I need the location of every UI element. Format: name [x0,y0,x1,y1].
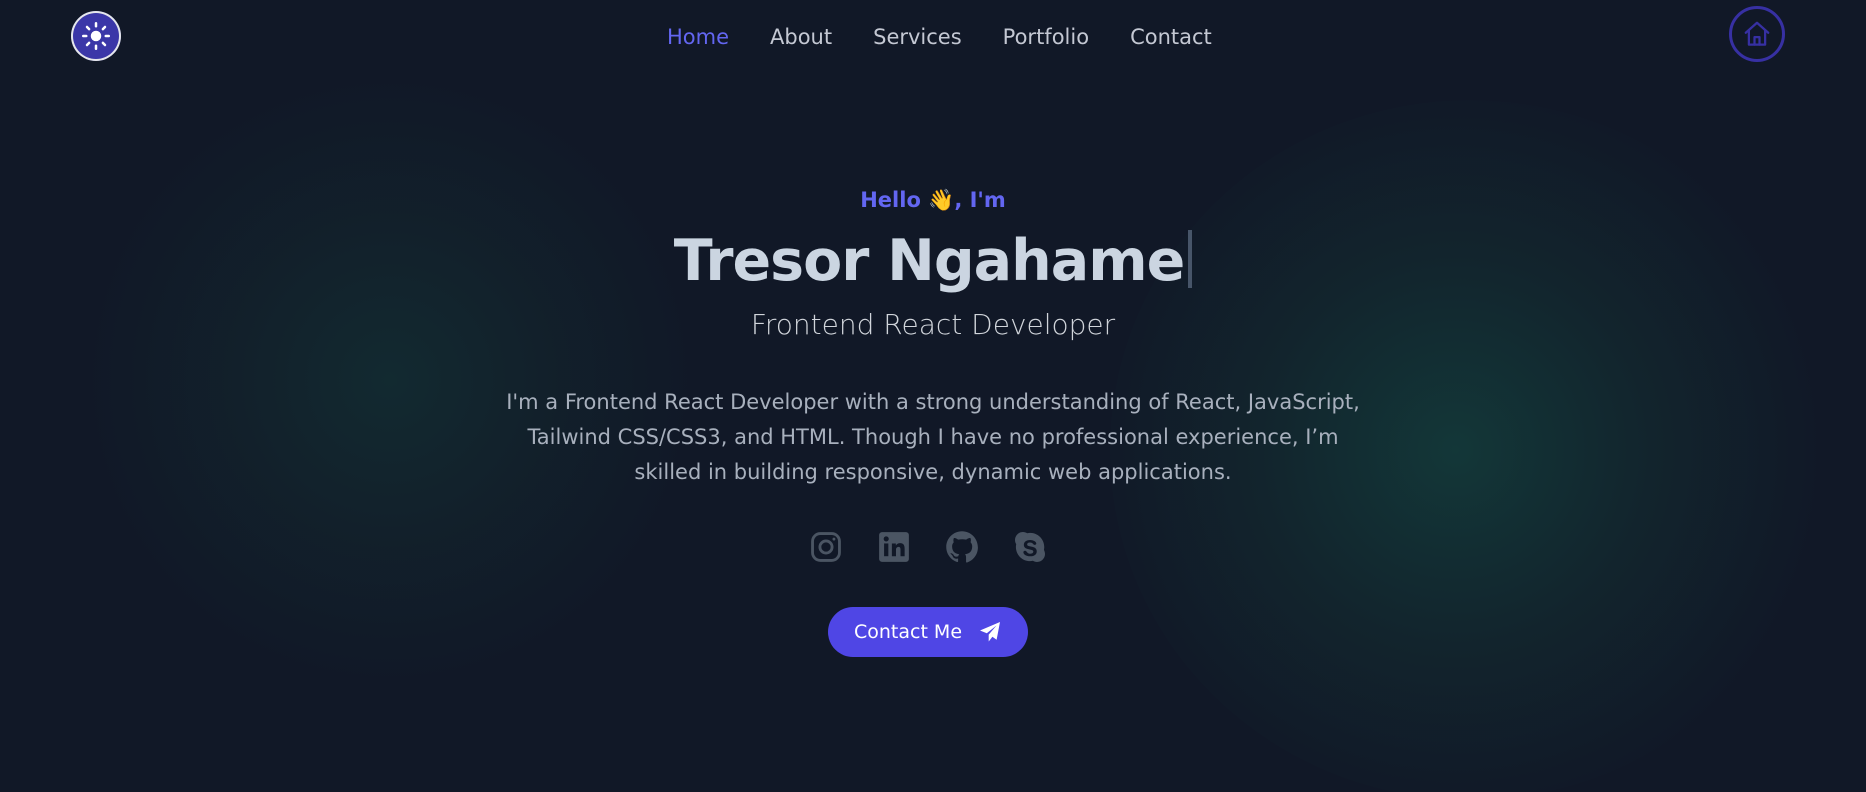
contact-me-label: Contact Me [853,621,963,643]
linkedin-link[interactable] [875,528,913,566]
nav-home[interactable]: Home [667,22,729,52]
nav-about[interactable]: About [770,22,832,52]
github-link[interactable] [943,528,981,566]
hero-name: Tresor Ngahame [673,228,1185,294]
github-icon [946,531,978,563]
instagram-link[interactable] [807,528,845,566]
background-glow-left [70,80,710,680]
paper-plane-icon [980,622,1001,642]
skype-link[interactable] [1011,528,1049,566]
sun-icon [81,21,111,51]
nav-portfolio[interactable]: Portfolio [1003,22,1089,52]
page: Home About Services Portfolio Contact He… [0,0,1866,792]
nav-services[interactable]: Services [873,22,962,52]
home-icon [1744,21,1770,46]
skype-icon [1015,532,1045,562]
instagram-icon [811,532,841,562]
main-nav: Home About Services Portfolio Contact [667,22,1212,52]
social-links [807,528,1049,566]
linkedin-icon [879,532,909,562]
nav-contact[interactable]: Contact [1130,22,1212,52]
contact-me-button[interactable]: Contact Me [828,607,1028,657]
theme-toggle-button[interactable] [71,11,121,61]
hero-bio: I'm a Frontend React Developer with a st… [506,390,1360,484]
home-button[interactable] [1729,6,1785,62]
hero-greeting: Hello 👋, I'm [860,188,1006,212]
typing-cursor [1188,230,1193,288]
hero-role: Frontend React Developer [750,308,1116,341]
hero-name-container: Tresor Ngahame [0,228,1866,294]
